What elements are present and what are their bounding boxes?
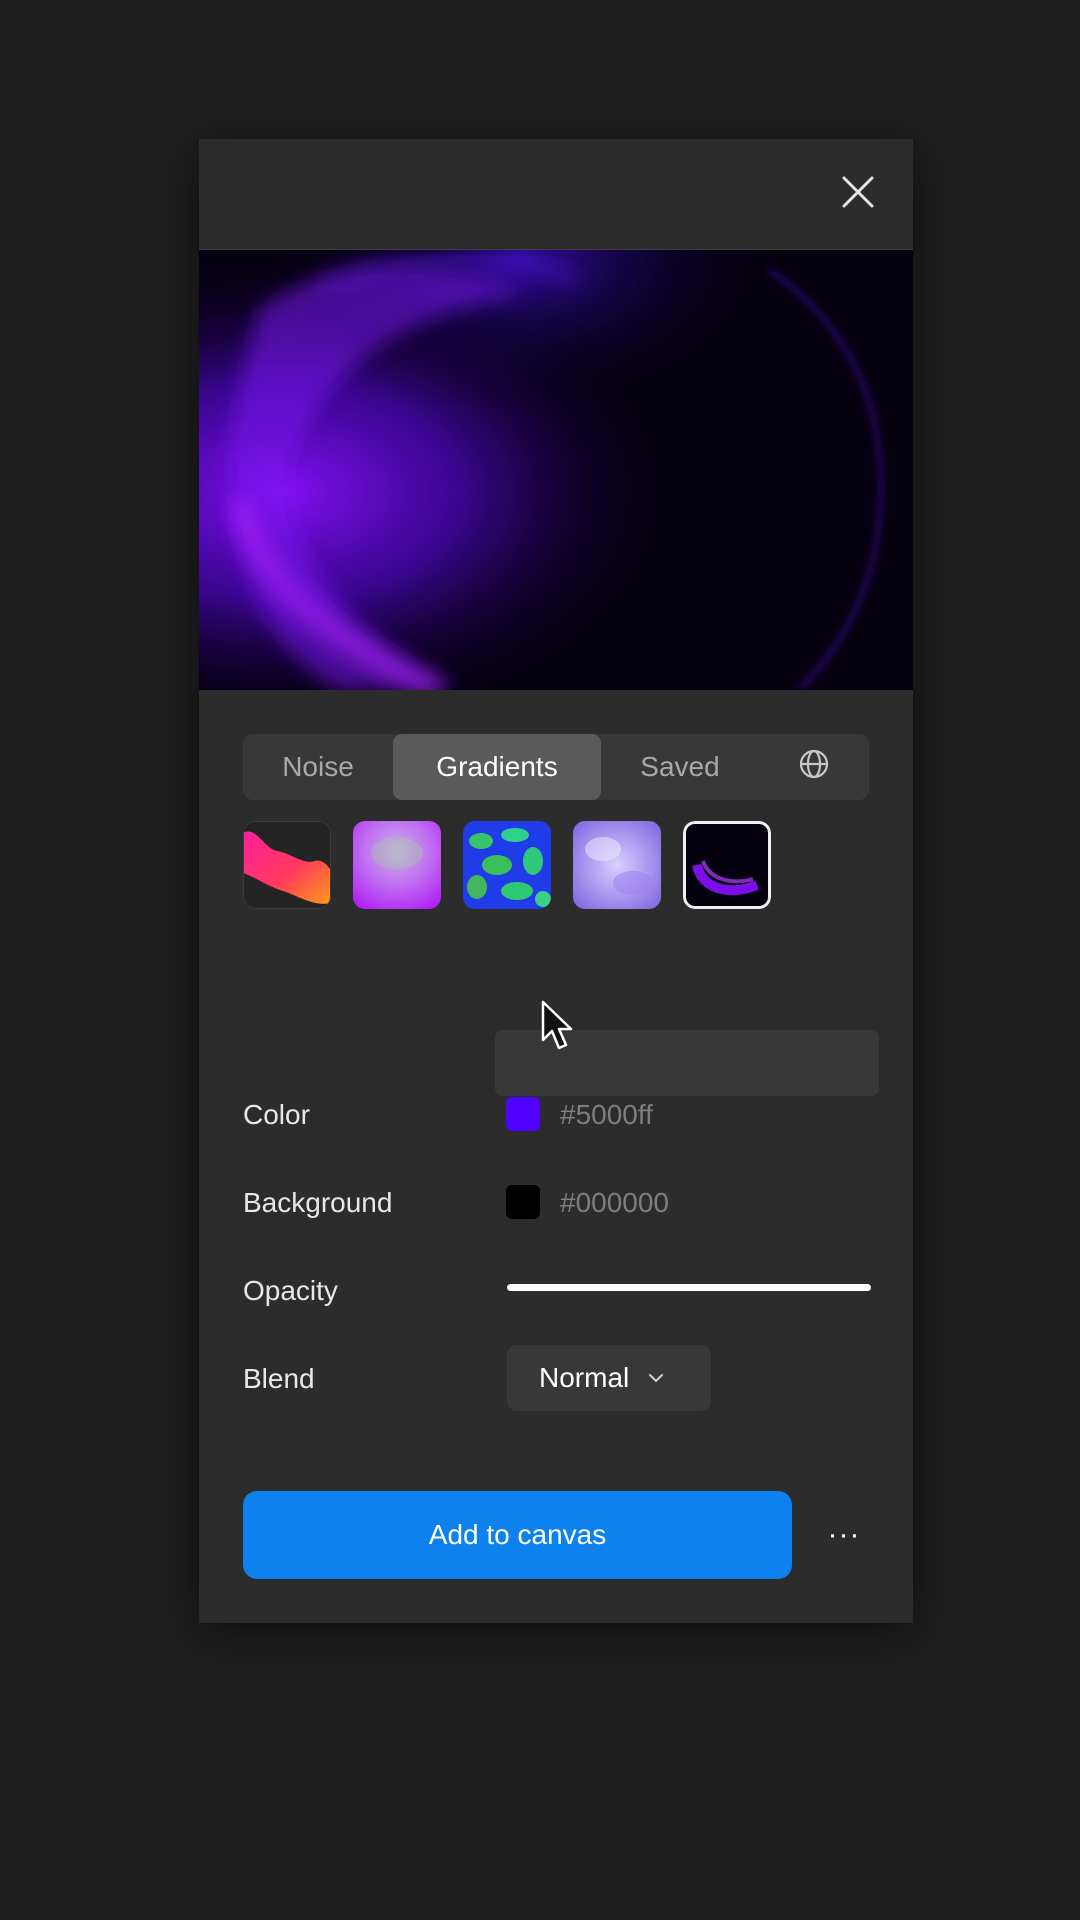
background-hex-input[interactable]: #000000 <box>560 1187 669 1219</box>
background-swatch[interactable] <box>506 1185 540 1219</box>
tab-globe[interactable] <box>759 734 869 800</box>
tab-saved[interactable]: Saved <box>601 734 759 800</box>
preset-purple-cloud[interactable] <box>353 821 441 909</box>
chevron-down-icon <box>647 1372 665 1384</box>
close-button[interactable] <box>833 169 883 219</box>
preset-wave-orange[interactable] <box>243 821 331 909</box>
blend-select[interactable]: Normal <box>507 1345 711 1411</box>
blend-value: Normal <box>539 1362 630 1393</box>
background-field[interactable] <box>495 1030 879 1096</box>
source-tabs: Noise Gradients Saved <box>243 734 869 800</box>
preset-selected-ring <box>683 821 771 909</box>
close-icon <box>841 175 875 214</box>
preset-green-blue-camo[interactable] <box>463 821 551 909</box>
color-hex-input[interactable]: #5000ff <box>560 1099 653 1131</box>
gradient-panel: Noise Gradients Saved Color #5000ff Back… <box>199 139 913 1623</box>
color-swatch[interactable] <box>506 1097 540 1131</box>
opacity-label: Opacity <box>243 1275 338 1306</box>
tab-noise[interactable]: Noise <box>243 734 393 800</box>
more-icon: ··· <box>827 1518 861 1551</box>
more-options-button[interactable]: ··· <box>814 1505 874 1565</box>
globe-icon <box>798 748 830 787</box>
panel-header <box>199 139 913 250</box>
opacity-slider[interactable] <box>507 1284 871 1291</box>
preset-dark-purple-arc[interactable] <box>683 821 771 909</box>
preset-lavender-cloud[interactable] <box>573 821 661 909</box>
tab-gradients[interactable]: Gradients <box>393 734 601 800</box>
background-label: Background <box>243 1187 393 1218</box>
color-label: Color <box>243 1099 310 1130</box>
gradient-preview <box>199 250 913 690</box>
add-to-canvas-button[interactable]: Add to canvas <box>243 1491 792 1579</box>
blend-label: Blend <box>243 1363 315 1394</box>
